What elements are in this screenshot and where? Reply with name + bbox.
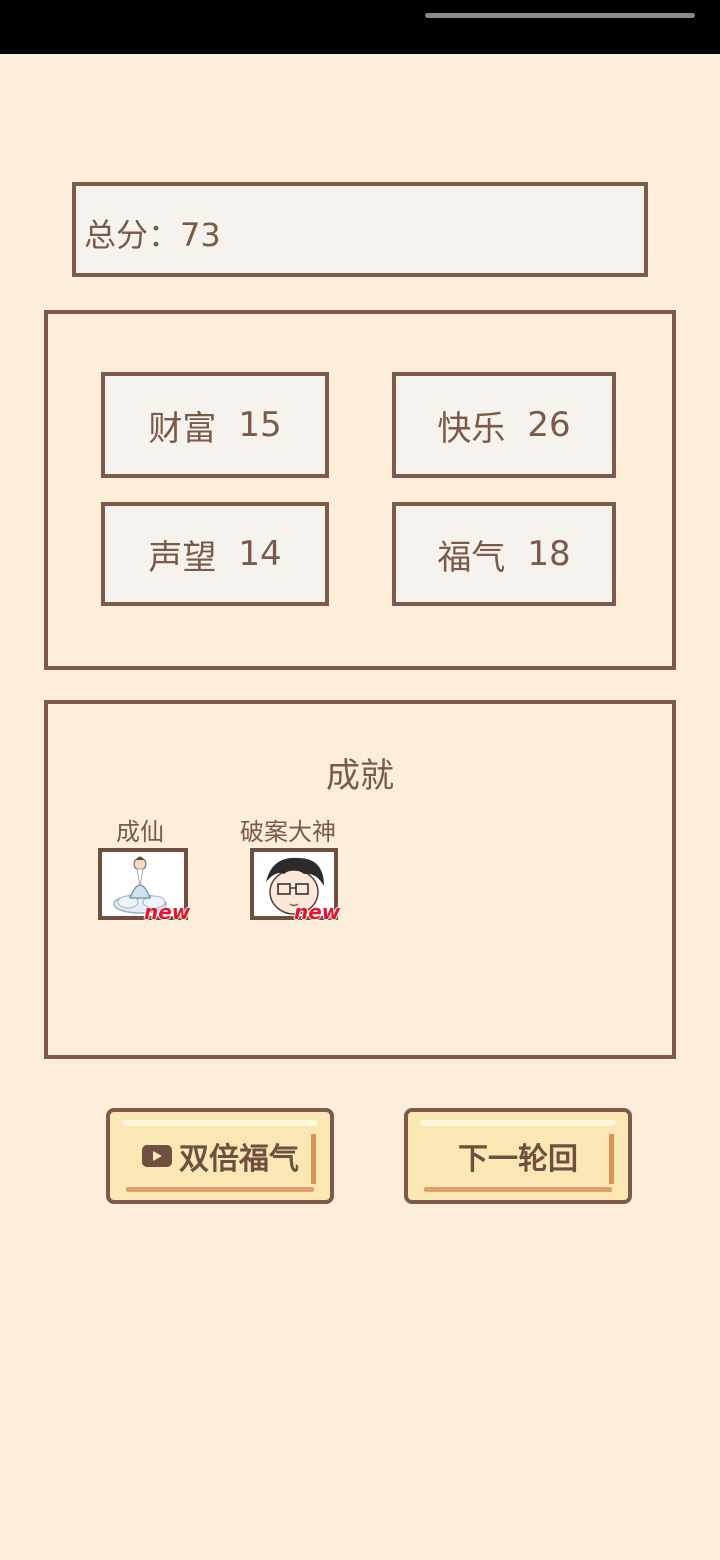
stat-reputation-value: 14 xyxy=(238,534,282,574)
video-ad-icon xyxy=(141,1142,173,1170)
double-fortune-button[interactable]: 双倍福气 xyxy=(106,1108,334,1204)
stat-wealth-label: 财富 xyxy=(148,408,217,449)
stat-reputation-label: 声望 xyxy=(148,537,217,578)
total-score-box: 总分：73 xyxy=(72,182,648,277)
stat-fortune-label: 福气 xyxy=(437,537,506,578)
achievements-panel: 成就 成仙 new 破案大神 new xyxy=(44,700,676,1059)
total-score-value: 73 xyxy=(180,216,221,254)
achievement-detective[interactable]: 破案大神 new xyxy=(240,812,360,942)
stat-happiness-value: 26 xyxy=(527,405,571,445)
stat-reputation: 声望 14 xyxy=(101,502,329,606)
stat-wealth-value: 15 xyxy=(238,405,282,445)
stat-fortune-value: 18 xyxy=(527,534,571,574)
stat-happiness: 快乐 26 xyxy=(392,372,616,478)
next-cycle-button[interactable]: 下一轮回 xyxy=(404,1108,632,1204)
home-indicator[interactable] xyxy=(425,13,695,18)
stat-happiness-label: 快乐 xyxy=(437,408,506,449)
stat-wealth: 财富 15 xyxy=(101,372,329,478)
stats-panel: 财富 15 快乐 26 声望 14 福气 18 xyxy=(44,310,676,670)
status-bar xyxy=(0,0,720,54)
total-score-label: 总分： xyxy=(84,216,181,254)
stat-fortune: 福气 18 xyxy=(392,502,616,606)
achievement-immortal[interactable]: 成仙 new xyxy=(98,812,198,942)
achievement-name: 成仙 xyxy=(116,818,164,846)
new-badge: new xyxy=(144,900,191,924)
achievements-title: 成就 xyxy=(326,756,394,796)
next-cycle-label: 下一轮回 xyxy=(458,1142,578,1177)
achievement-name: 破案大神 xyxy=(240,818,336,846)
total-score: 总分：73 xyxy=(84,210,221,256)
double-fortune-label: 双倍福气 xyxy=(179,1142,299,1177)
new-badge: new xyxy=(294,900,341,924)
